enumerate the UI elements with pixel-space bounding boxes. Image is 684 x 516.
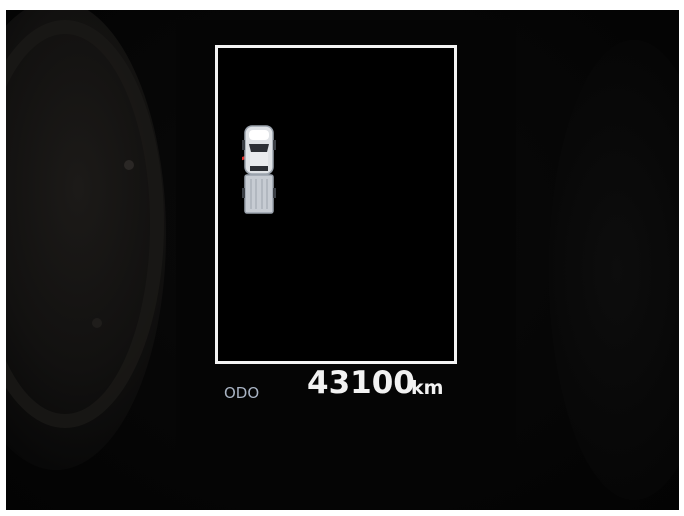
instrument-cluster-photo: ODO 43100 km: [6, 10, 679, 510]
truck-wheel: [273, 188, 276, 198]
odometer-value: 43100: [307, 365, 415, 401]
truck-wheel: [242, 140, 245, 150]
odometer-unit: km: [411, 377, 444, 399]
odometer-label: ODO: [224, 384, 260, 402]
truck-bed: [244, 174, 274, 214]
vehicle-status-display: [215, 45, 457, 364]
truck-wheel: [242, 188, 245, 198]
truck-hood: [249, 130, 269, 140]
pickup-truck-top-view-icon: [242, 125, 276, 214]
bezel-stud: [124, 160, 134, 170]
truck-windshield: [249, 144, 269, 152]
truck-rear-window: [250, 166, 268, 171]
truck-roof: [250, 152, 268, 166]
right-gauge-bezel: [549, 40, 679, 500]
truck-wheel: [273, 140, 276, 150]
bezel-stud: [92, 318, 102, 328]
